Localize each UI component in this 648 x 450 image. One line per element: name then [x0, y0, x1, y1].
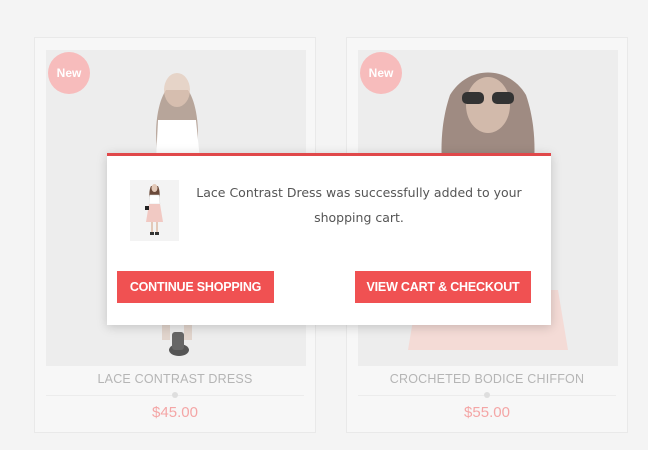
divider-dot — [484, 392, 490, 398]
dress-thumbnail-image — [130, 180, 179, 241]
divider-dot — [172, 392, 178, 398]
added-to-cart-message: Lace Contrast Dress was successfully add… — [196, 185, 522, 225]
new-badge: New — [48, 52, 90, 94]
added-to-cart-modal: Lace Contrast Dress was successfully add… — [107, 153, 551, 325]
view-cart-checkout-button[interactable]: VIEW CART & CHECKOUT — [355, 271, 531, 303]
product-name[interactable]: LACE CONTRAST DRESS — [35, 372, 315, 386]
new-badge: New — [360, 52, 402, 94]
product-price: $55.00 — [464, 404, 510, 421]
product-thumbnail — [130, 180, 179, 241]
product-price: $45.00 — [152, 404, 198, 421]
continue-shopping-button[interactable]: CONTINUE SHOPPING — [117, 271, 274, 303]
product-name[interactable]: CROCHETED BODICE CHIFFON — [347, 372, 627, 386]
